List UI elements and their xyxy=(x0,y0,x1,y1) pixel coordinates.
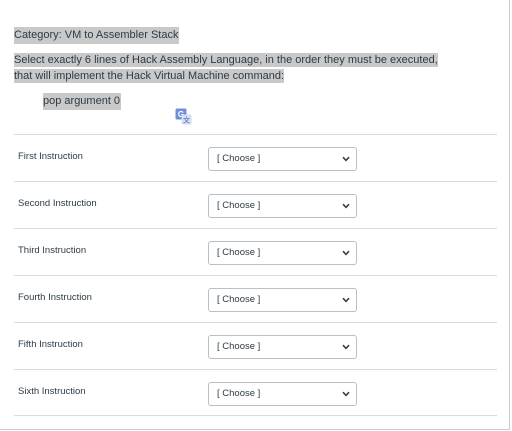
answer-row-fourth: Fourth Instruction [ Choose ] xyxy=(14,275,497,322)
answer-row-second: Second Instruction [ Choose ] xyxy=(14,181,497,228)
translate-icon[interactable]: G 文 xyxy=(175,108,192,125)
question-prompt-text: Select exactly 6 lines of Hack Assembly … xyxy=(14,53,438,83)
chevron-down-icon xyxy=(342,203,350,209)
instruction-select-sixth[interactable]: [ Choose ] xyxy=(208,382,357,406)
question-category: Category: VM to Assembler Stack xyxy=(14,27,180,44)
instruction-select-first[interactable]: [ Choose ] xyxy=(208,147,357,171)
answer-label: Third Instruction xyxy=(18,245,87,256)
select-value: [ Choose ] xyxy=(217,200,261,211)
select-value: [ Choose ] xyxy=(217,388,261,399)
answer-label: Second Instruction xyxy=(18,198,97,209)
translate-icon-graphic: G 文 xyxy=(175,108,192,125)
chevron-down-icon xyxy=(342,344,350,350)
answer-row-sixth: Sixth Instruction [ Choose ] xyxy=(14,369,497,416)
chevron-down-icon xyxy=(342,156,350,162)
question-panel: Category: VM to Assembler Stack Select e… xyxy=(0,0,510,430)
instruction-select-third[interactable]: [ Choose ] xyxy=(208,241,357,265)
instruction-select-fourth[interactable]: [ Choose ] xyxy=(208,288,357,312)
instruction-select-second[interactable]: [ Choose ] xyxy=(208,194,357,218)
select-value: [ Choose ] xyxy=(217,294,261,305)
select-value: [ Choose ] xyxy=(217,247,261,258)
question-prompt: Select exactly 6 lines of Hack Assembly … xyxy=(14,52,454,84)
answer-label: Fifth Instruction xyxy=(18,339,83,350)
chevron-down-icon xyxy=(342,391,350,397)
answer-row-first: First Instruction [ Choose ] xyxy=(14,134,497,181)
answer-row-third: Third Instruction [ Choose ] xyxy=(14,228,497,275)
select-value: [ Choose ] xyxy=(217,341,261,352)
chevron-down-icon xyxy=(342,250,350,256)
answer-label: First Instruction xyxy=(18,151,83,162)
select-value: [ Choose ] xyxy=(217,153,261,164)
svg-text:文: 文 xyxy=(183,116,190,125)
answer-label: Fourth Instruction xyxy=(18,292,92,303)
answer-rows: First Instruction [ Choose ] Second Inst… xyxy=(14,134,497,416)
chevron-down-icon xyxy=(342,297,350,303)
instruction-select-fifth[interactable]: [ Choose ] xyxy=(208,335,357,359)
answer-row-fifth: Fifth Instruction [ Choose ] xyxy=(14,322,497,369)
answer-label: Sixth Instruction xyxy=(18,386,86,397)
vm-command: pop argument 0 xyxy=(43,93,122,110)
